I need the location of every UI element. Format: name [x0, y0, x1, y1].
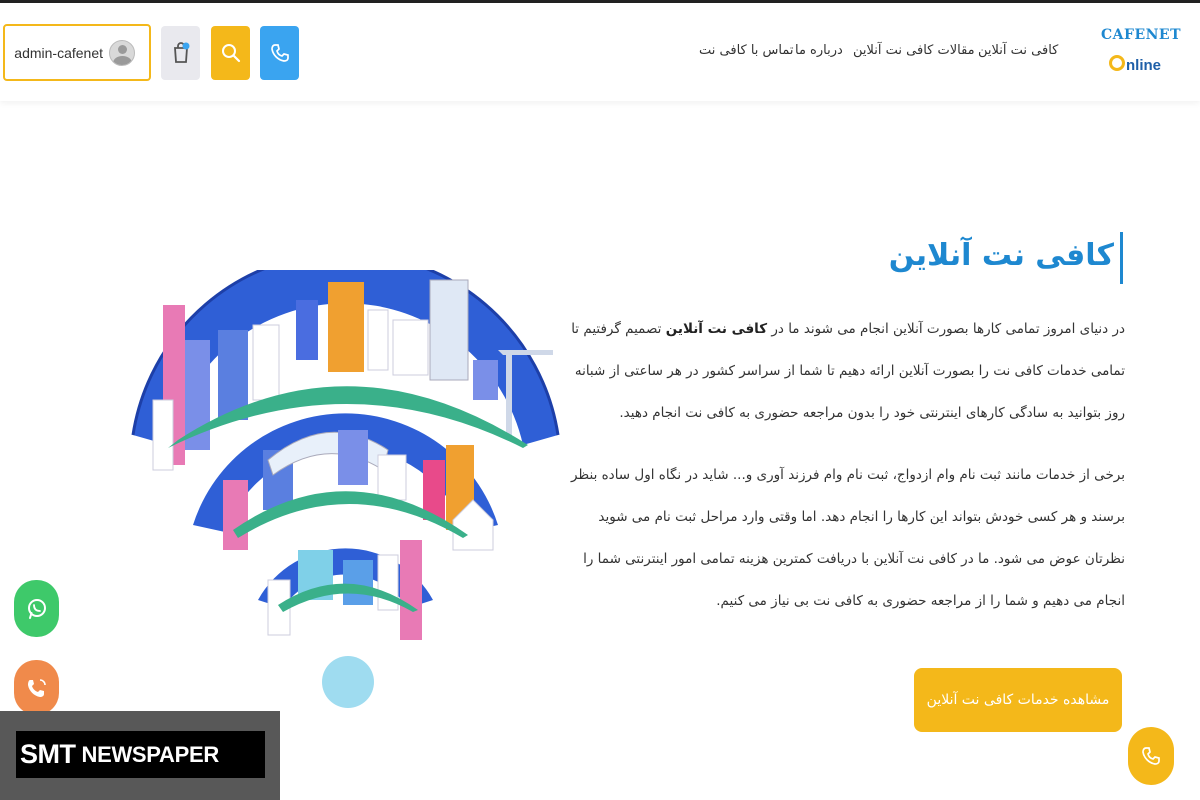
user-account-button[interactable]: admin-cafenet [3, 24, 151, 81]
cart-button[interactable] [161, 26, 200, 80]
call-icon [27, 678, 46, 697]
cart-icon [173, 42, 189, 63]
whatsapp-button[interactable] [14, 580, 59, 637]
site-header: admin-cafenet تماس با کافی نت درباره ما … [0, 3, 1200, 101]
logo-text-top: CAFENET [1101, 27, 1182, 43]
logo-text-bottom: nline [1126, 57, 1162, 74]
phone-icon [1142, 747, 1160, 765]
intro-paragraph: در دنیای امروز تمامی کارها بصورت آنلاین … [560, 308, 1125, 434]
logo-o-icon [1109, 55, 1125, 71]
username-label: admin-cafenet [14, 44, 103, 61]
intro-text-bold: کافی نت آنلاین [665, 321, 768, 337]
wifi-city-illustration [131, 270, 560, 708]
nav-about[interactable]: درباره ما [795, 43, 843, 58]
watermark-badge: SMT NEWSPAPER [0, 711, 280, 800]
watermark-newspaper: NEWSPAPER [81, 741, 220, 767]
view-services-button[interactable]: مشاهده خدمات کافی نت آنلاین [914, 668, 1122, 732]
search-icon [221, 44, 240, 63]
floating-phone-button[interactable] [1128, 727, 1174, 785]
nav-articles[interactable]: مقالات کافی نت آنلاین [853, 43, 975, 58]
nav-home[interactable]: کافی نت آنلاین [978, 43, 1058, 58]
search-button[interactable] [211, 26, 250, 80]
page-title: کافی نت آنلاین [888, 238, 1114, 273]
watermark-box: SMT NEWSPAPER [16, 731, 265, 778]
watermark-smt: SMT [20, 739, 76, 769]
phone-button[interactable] [260, 26, 299, 80]
whatsapp-icon [27, 598, 46, 619]
site-logo[interactable]: CAFENET nline [1097, 25, 1181, 85]
avatar-icon [109, 39, 135, 66]
intro-text-start: در دنیای امروز تمامی کارها بصورت آنلاین … [767, 321, 1125, 337]
call-button[interactable] [14, 660, 59, 715]
phone-icon [270, 44, 289, 62]
services-paragraph: برخی از خدمات مانند ثبت نام وام ازدواج، … [570, 467, 1125, 609]
nav-contact[interactable]: تماس با کافی نت [699, 43, 794, 58]
title-accent-bar [1120, 232, 1123, 284]
